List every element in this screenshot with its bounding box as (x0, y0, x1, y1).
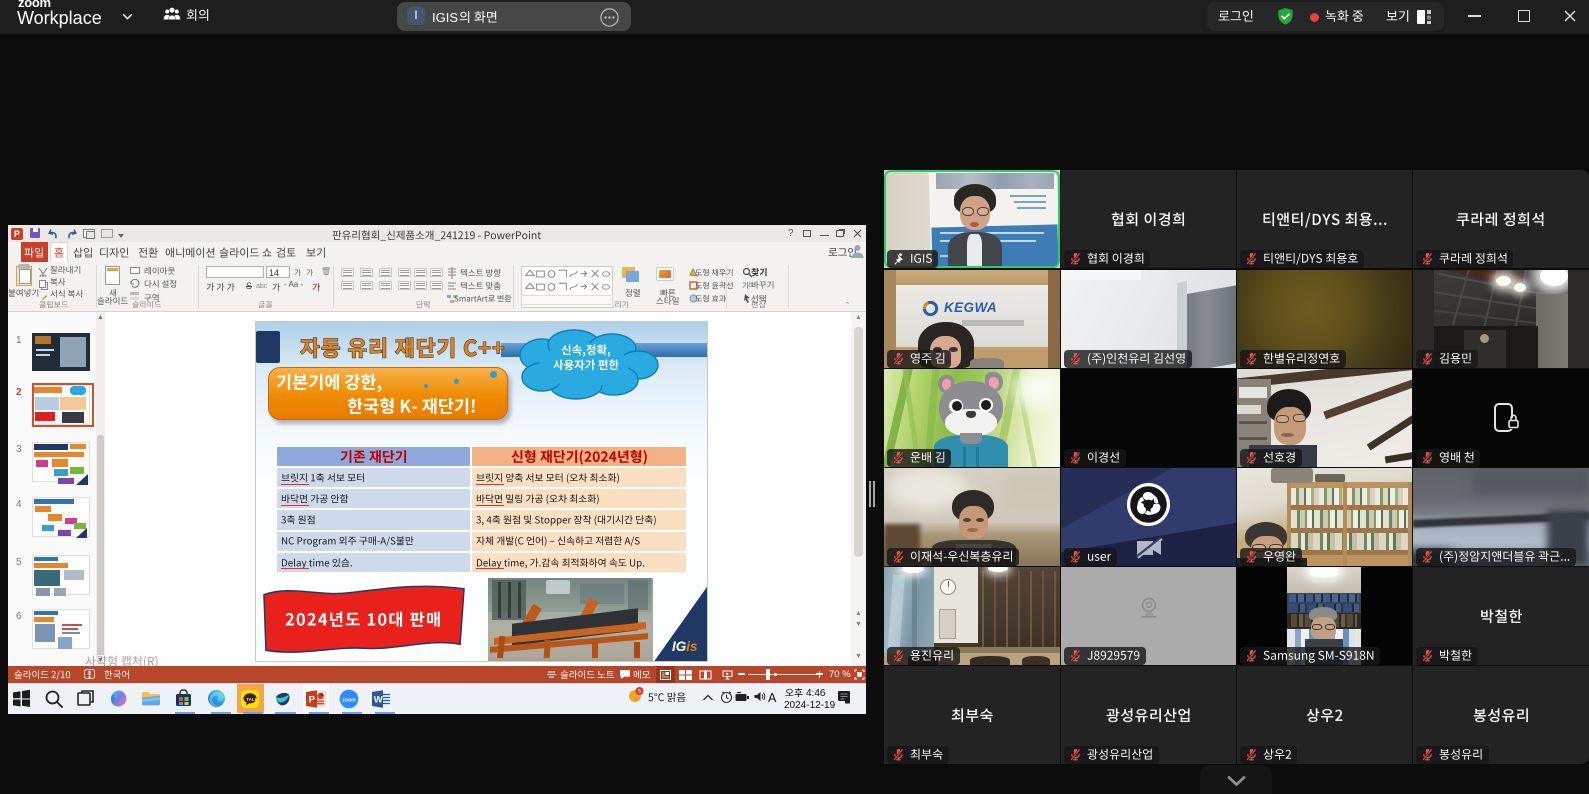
svg-text:TALK: TALK (246, 697, 258, 702)
svg-text:P: P (309, 695, 316, 706)
svg-text:zoom: zoom (342, 698, 356, 704)
svg-text:W: W (374, 695, 383, 706)
svg-text:5: 5 (638, 689, 641, 695)
